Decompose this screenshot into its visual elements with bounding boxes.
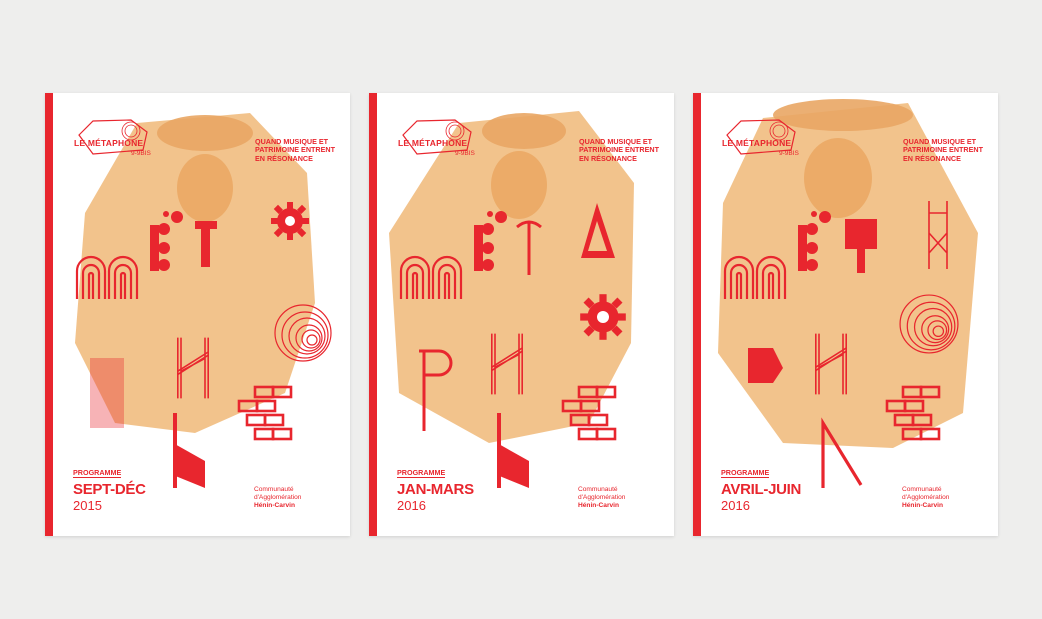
org-line-2: d'Agglomération xyxy=(902,494,950,502)
logo-title: LE MÉTAPHONE xyxy=(398,138,468,148)
poster-spine xyxy=(693,93,701,536)
organisation-credit: Communauté d'Agglomération Hénin-Carvin xyxy=(578,486,658,511)
season-title: JAN-MARS xyxy=(397,481,474,498)
org-line-1: Communauté xyxy=(578,486,618,493)
programme-label: PROGRAMME xyxy=(721,468,770,478)
org-line-2: d'Agglomération xyxy=(254,494,302,502)
season-year: 2015 xyxy=(73,498,102,513)
logo-title: LE MÉTAPHONE xyxy=(722,138,792,148)
logo-subtitle: 9-9BIS xyxy=(131,150,151,157)
programme-poster-2: LE MÉTAPHONE 9-9BIS QUAND MUSIQUE ET PAT… xyxy=(369,93,674,536)
org-line-1: Communauté xyxy=(254,486,294,493)
poster-spine xyxy=(369,93,377,536)
org-line-2: d'Agglomération xyxy=(578,494,626,502)
org-line-1: Communauté xyxy=(902,486,942,493)
logo-subtitle: 9-9BIS xyxy=(455,150,475,157)
poster-tagline: QUAND MUSIQUE ET PATRIMOINE ENTRENT EN R… xyxy=(255,137,335,163)
season-year: 2016 xyxy=(397,498,426,513)
organisation-credit: Communauté d'Agglomération Hénin-Carvin xyxy=(254,486,334,511)
poster-tagline: QUAND MUSIQUE ET PATRIMOINE ENTRENT EN R… xyxy=(903,137,983,163)
programme-poster-3: LE MÉTAPHONE 9-9BIS QUAND MUSIQUE ET PAT… xyxy=(693,93,998,536)
season-title: AVRIL-JUIN xyxy=(721,481,802,498)
org-line-3: Hénin-Carvin xyxy=(902,502,944,510)
season-year: 2016 xyxy=(721,498,750,513)
poster-spine xyxy=(45,93,53,536)
programme-label: PROGRAMME xyxy=(397,468,446,478)
programme-label: PROGRAMME xyxy=(73,468,122,478)
organisation-credit: Communauté d'Agglomération Hénin-Carvin xyxy=(902,486,982,511)
programme-poster-1: LE MÉTAPHONE 9-9BIS QUAND MUSIQUE ET PAT… xyxy=(45,93,350,536)
season-title: SEPT-DÉC xyxy=(73,481,146,498)
org-line-3: Hénin-Carvin xyxy=(254,502,296,510)
org-line-3: Hénin-Carvin xyxy=(578,502,620,510)
logo-subtitle: 9-9BIS xyxy=(779,150,799,157)
logo-title: LE MÉTAPHONE xyxy=(74,138,144,148)
poster-tagline: QUAND MUSIQUE ET PATRIMOINE ENTRENT EN R… xyxy=(579,137,659,163)
